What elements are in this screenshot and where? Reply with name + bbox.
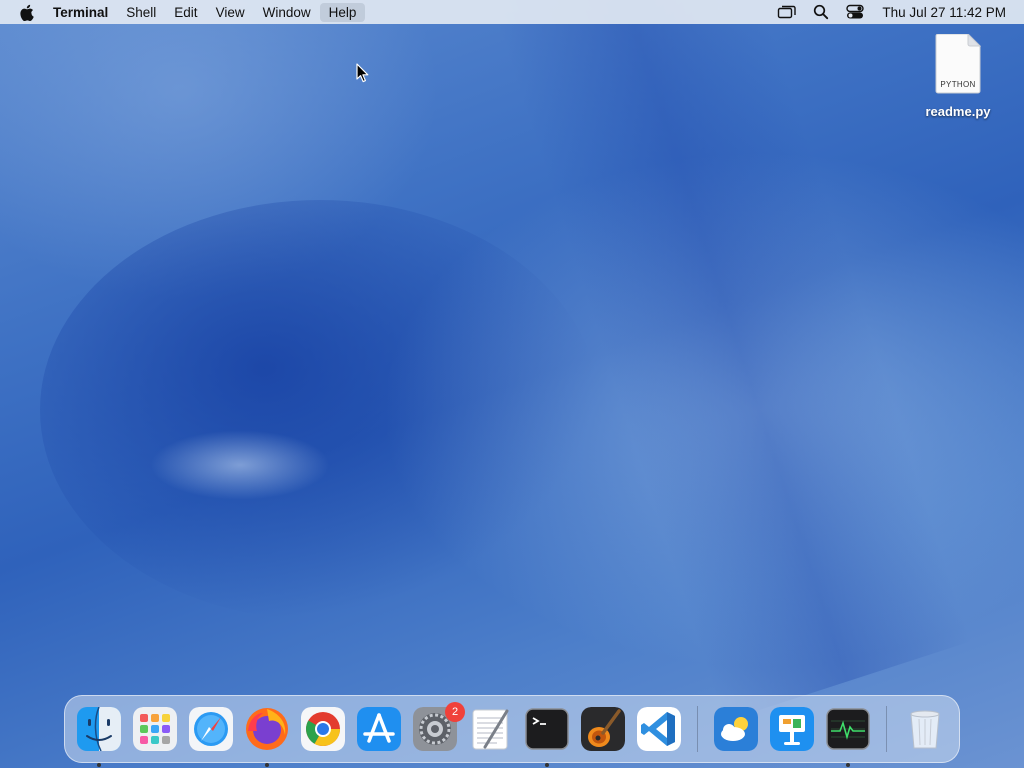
notification-badge: 2 xyxy=(445,702,465,722)
dock-item-vscode[interactable] xyxy=(635,705,683,753)
spotlight-search-icon[interactable] xyxy=(810,3,832,21)
firefox-icon xyxy=(245,707,289,751)
apple-menu-icon[interactable] xyxy=(18,3,34,21)
wallpaper-shape xyxy=(150,430,330,500)
launchpad-icon xyxy=(133,707,177,751)
running-indicator xyxy=(846,763,850,767)
app-store-icon xyxy=(357,707,401,751)
menu-app-name[interactable]: Terminal xyxy=(53,3,117,22)
desktop-file[interactable]: PYTHON readme.py xyxy=(918,34,998,119)
textedit-icon xyxy=(469,707,513,751)
menu-view[interactable]: View xyxy=(207,3,254,22)
menu-help[interactable]: Help xyxy=(319,2,366,22)
dock-item-keynote[interactable] xyxy=(768,705,816,753)
dock: 2 xyxy=(64,695,960,767)
dock-item-trash[interactable] xyxy=(901,705,949,753)
dock-item-system-settings[interactable]: 2 xyxy=(411,702,465,753)
menu-edit[interactable]: Edit xyxy=(165,3,206,22)
dock-item-launchpad[interactable] xyxy=(131,705,179,753)
trash-icon xyxy=(903,707,947,751)
dock-item-activity-monitor[interactable] xyxy=(824,705,872,767)
chrome-icon xyxy=(301,707,345,751)
control-center-icon[interactable] xyxy=(844,3,866,21)
dock-item-textedit[interactable] xyxy=(467,705,515,753)
dock-item-garageband[interactable] xyxy=(579,705,627,753)
menu-bar: Terminal Shell Edit View Window Help Thu… xyxy=(0,0,1024,24)
dock-item-app-store[interactable] xyxy=(355,705,403,753)
vscode-icon xyxy=(637,707,681,751)
safari-icon xyxy=(189,707,233,751)
dock-item-finder[interactable] xyxy=(75,705,123,767)
dock-item-firefox[interactable] xyxy=(243,705,291,767)
dock-item-chrome[interactable] xyxy=(299,705,347,753)
dock-separator xyxy=(886,706,887,752)
running-indicator xyxy=(265,763,269,767)
dock-item-terminal[interactable] xyxy=(523,705,571,767)
file-name-label: readme.py xyxy=(925,104,991,119)
menu-extras: Thu Jul 27 11:42 PM xyxy=(770,3,1016,21)
activity-monitor-icon xyxy=(826,707,870,751)
dock-item-weather[interactable] xyxy=(712,705,760,753)
screen-mirroring-icon[interactable] xyxy=(776,3,798,21)
dock-item-safari[interactable] xyxy=(187,705,235,753)
menu-window[interactable]: Window xyxy=(254,3,320,22)
garageband-icon xyxy=(581,707,625,751)
menu-clock[interactable]: Thu Jul 27 11:42 PM xyxy=(882,5,1006,20)
finder-icon xyxy=(77,707,121,751)
dock-separator xyxy=(697,706,698,752)
python-file-icon: PYTHON xyxy=(935,34,981,94)
weather-icon xyxy=(714,707,758,751)
desktop[interactable]: Terminal Shell Edit View Window Help Thu… xyxy=(0,0,1024,768)
running-indicator xyxy=(97,763,101,767)
file-type-label: PYTHON xyxy=(940,80,976,89)
terminal-icon xyxy=(525,707,569,751)
menu-shell[interactable]: Shell xyxy=(117,3,165,22)
mouse-cursor-icon xyxy=(356,63,369,83)
keynote-icon xyxy=(770,707,814,751)
running-indicator xyxy=(545,763,549,767)
